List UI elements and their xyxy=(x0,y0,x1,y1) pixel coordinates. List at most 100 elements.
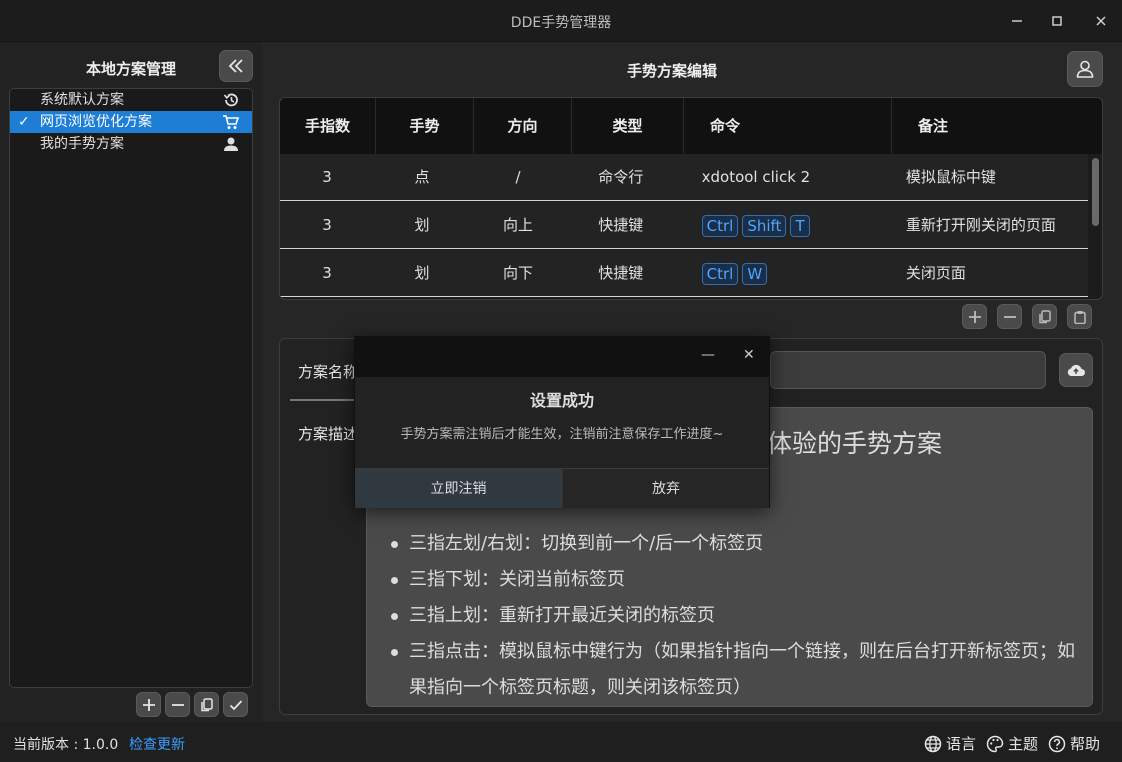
desc-list-item: 三指点击：模拟鼠标中键行为（如果指针指向一个链接，则在后台打开新标签页；如果指向… xyxy=(391,634,1081,706)
dialog-title: 设置成功 xyxy=(529,391,594,410)
check-icon: ✓ xyxy=(18,114,30,130)
table-scrollbar[interactable] xyxy=(1092,158,1099,226)
column-header[interactable]: 手指数 xyxy=(280,98,376,154)
history-icon xyxy=(223,93,238,107)
column-header[interactable]: 备注 xyxy=(892,98,1102,154)
discard-button[interactable]: 放弃 xyxy=(562,468,769,508)
language-button[interactable]: 语言 xyxy=(924,733,976,754)
window-title: DDE手势管理器 xyxy=(510,15,612,31)
key-badge: Shift xyxy=(742,214,787,237)
close-icon xyxy=(1096,16,1106,26)
key-badge: Ctrl xyxy=(701,214,739,237)
close-button[interactable] xyxy=(1088,8,1114,34)
cell-type: 快捷键 xyxy=(598,216,644,234)
scheme-list: 系统默认方案 ✓ 网页浏览优化方案 我的手势方案 xyxy=(9,88,253,688)
dialog-title-bar: — ✕ xyxy=(355,337,769,377)
cell-fingers: 3 xyxy=(322,168,332,186)
cell-command: Ctrl Shift T xyxy=(676,202,880,248)
column-header[interactable]: 命令 xyxy=(684,98,892,154)
success-dialog: — ✕ 设置成功 手势方案需注销后才能生效，注销前注意保存工作进度~ 立即注销 … xyxy=(354,336,770,508)
column-header[interactable]: 方向 xyxy=(474,98,572,154)
minimize-icon xyxy=(1012,20,1022,22)
upload-button[interactable] xyxy=(1059,353,1093,387)
table-row[interactable]: 3 划 向上 快捷键 Ctrl Shift T 重新打开刚关闭的页面 xyxy=(280,202,1088,249)
remove-scheme-button[interactable] xyxy=(165,692,190,717)
table-row[interactable]: 3 点 / 命令行 xdotool click 2 模拟鼠标中键 xyxy=(280,154,1088,201)
maximize-button[interactable] xyxy=(1044,8,1070,34)
copy-scheme-button[interactable] xyxy=(194,692,219,717)
cell-type: 命令行 xyxy=(598,168,644,186)
cell-note: 关闭页面 xyxy=(905,264,966,282)
cell-note: 模拟鼠标中键 xyxy=(905,168,996,186)
status-bar: 当前版本 : 1.0.0 检查更新 语言 主题 帮助 xyxy=(0,722,1122,762)
plus-icon xyxy=(142,698,155,711)
key-badge: Ctrl xyxy=(701,262,739,285)
minimize-button[interactable] xyxy=(1004,8,1030,34)
table-toolbar xyxy=(962,304,1092,329)
copy-gesture-button[interactable] xyxy=(1032,304,1057,329)
cell-gesture: 划 xyxy=(414,216,430,234)
title-bar: DDE手势管理器 xyxy=(0,0,1122,42)
desc-list-item: 三指左划/右划：切换到前一个/后一个标签页 xyxy=(391,526,1081,562)
plus-icon xyxy=(968,310,981,323)
theme-label: 主题 xyxy=(1008,735,1039,753)
maximize-icon xyxy=(1052,16,1062,26)
check-update-link[interactable]: 检查更新 xyxy=(129,734,185,754)
key-badge: T xyxy=(790,214,810,237)
gesture-table: 手指数 手势 方向 类型 命令 备注 3 点 / 命令行 xdotool cli… xyxy=(279,97,1103,300)
cell-gesture: 划 xyxy=(414,264,430,282)
globe-icon xyxy=(924,735,942,752)
scheme-item-mine[interactable]: 我的手势方案 xyxy=(10,133,252,155)
cell-fingers: 3 xyxy=(322,264,332,282)
theme-button[interactable]: 主题 xyxy=(986,733,1038,754)
scheme-item-web-browsing[interactable]: ✓ 网页浏览优化方案 xyxy=(10,111,252,133)
cell-direction: 向上 xyxy=(502,216,533,234)
cell-command: Ctrl W xyxy=(676,250,880,296)
scheme-desc-label: 方案描述 xyxy=(298,425,359,443)
dialog-close-icon[interactable]: ✕ xyxy=(743,347,755,363)
cell-fingers: 3 xyxy=(322,216,332,234)
scheme-item-default[interactable]: 系统默认方案 xyxy=(10,89,252,111)
clipboard-icon xyxy=(1073,310,1086,324)
version-label: 当前版本 : 1.0.0 xyxy=(13,737,119,753)
cell-direction: 向下 xyxy=(502,264,533,282)
scheme-item-label: 我的手势方案 xyxy=(40,136,124,152)
column-header[interactable]: 手势 xyxy=(376,98,474,154)
cell-type: 快捷键 xyxy=(598,264,644,282)
add-gesture-button[interactable] xyxy=(962,304,987,329)
help-button[interactable]: 帮助 xyxy=(1048,733,1100,754)
scheme-item-label: 网页浏览优化方案 xyxy=(40,114,152,130)
column-header[interactable]: 类型 xyxy=(572,98,684,154)
add-scheme-button[interactable] xyxy=(136,692,161,717)
scheme-name-input[interactable] xyxy=(770,351,1046,389)
user-button[interactable] xyxy=(1067,51,1103,87)
desc-list-item: 三指下划：关闭当前标签页 xyxy=(391,562,1081,598)
paste-gesture-button[interactable] xyxy=(1067,304,1092,329)
help-icon xyxy=(1048,735,1066,752)
double-chevron-left-icon xyxy=(228,59,243,73)
desc-heading: 体验的手势方案 xyxy=(767,429,943,458)
copy-icon xyxy=(200,697,213,711)
table-row[interactable]: 3 划 向下 快捷键 Ctrl W 关闭页面 xyxy=(280,250,1088,297)
logout-now-button[interactable]: 立即注销 xyxy=(355,468,562,508)
table-header: 手指数 手势 方向 类型 命令 备注 xyxy=(280,98,1102,154)
remove-gesture-button[interactable] xyxy=(997,304,1022,329)
cell-direction: / xyxy=(515,168,521,186)
cell-note: 重新打开刚关闭的页面 xyxy=(905,216,1056,234)
cell-gesture: 点 xyxy=(414,168,430,186)
dialog-minimize-icon[interactable]: — xyxy=(701,347,715,363)
key-badge: W xyxy=(742,262,768,285)
desc-list-item: 三指上划：重新打开最近关闭的标签页 xyxy=(391,598,1081,634)
check-icon xyxy=(229,699,242,710)
scheme-item-label: 系统默认方案 xyxy=(40,92,124,108)
apply-scheme-button[interactable] xyxy=(223,692,248,717)
language-label: 语言 xyxy=(946,735,977,753)
copy-icon xyxy=(1038,309,1051,323)
local-scheme-panel: 本地方案管理 系统默认方案 ✓ 网页浏览优化方案 我的手势方案 xyxy=(0,42,262,722)
cart-icon xyxy=(223,115,240,129)
cell-command: xdotool click 2 xyxy=(701,168,811,186)
collapse-button[interactable] xyxy=(219,50,253,82)
right-panel-title: 手势方案编辑 xyxy=(626,62,717,80)
person-icon xyxy=(224,137,238,151)
desc-list: 三指左划/右划：切换到前一个/后一个标签页 三指下划：关闭当前标签页 三指上划：… xyxy=(391,526,1081,706)
